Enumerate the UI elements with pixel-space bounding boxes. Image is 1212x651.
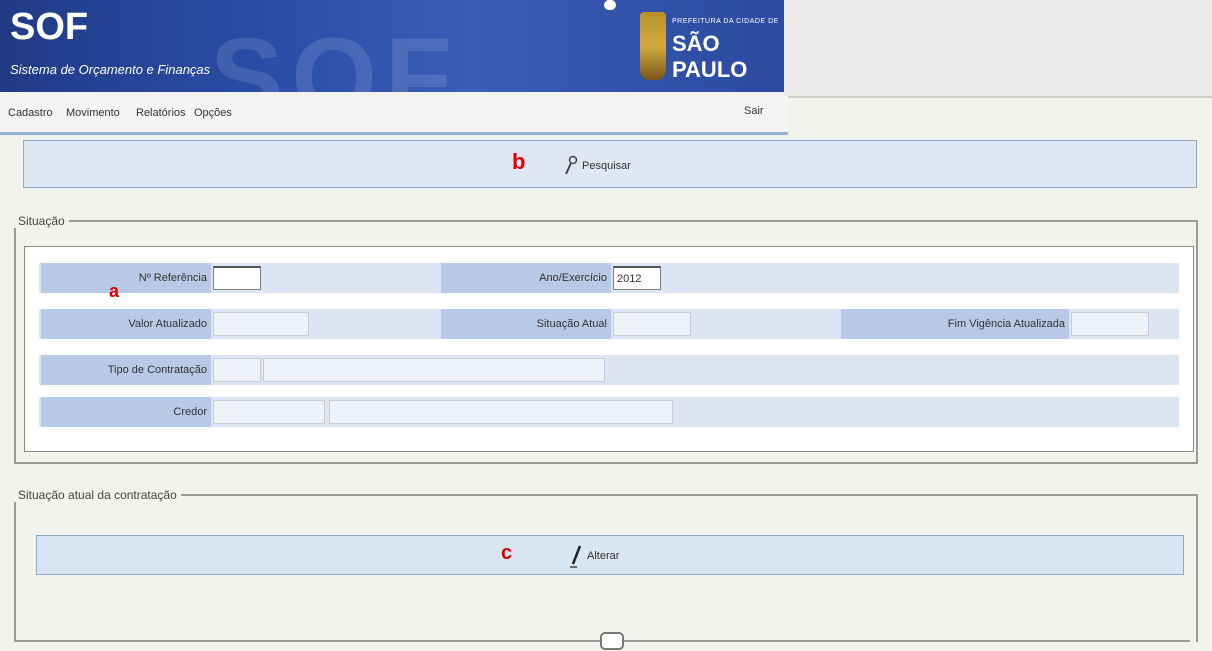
city-crest-icon [640,12,666,80]
menu-bar: Cadastro Movimento Relatórios Opções Sai… [0,96,788,135]
tipo-contratacao-code [213,358,261,382]
app-logo: SOF [10,6,89,48]
label-situacao-atual: Situação Atual [441,309,611,339]
app-subtitle: Sistema de Orçamento e Finanças [10,62,211,77]
search-icon [565,155,578,175]
situacao-atual-field [613,312,691,336]
credor-code [213,400,325,424]
credor-desc [329,400,673,424]
situacao-legend: Situação [18,214,65,228]
search-toolbar: b Pesquisar [23,140,1197,188]
label-fim-vigencia: Fim Vigência Atualizada [841,309,1069,339]
label-tipo-contratacao: Tipo de Contratação [41,355,211,385]
alter-toolbar: c Alterar [36,535,1184,575]
numero-referencia-input[interactable] [213,266,261,290]
label-valor-atualizado: Valor Atualizado [41,309,211,339]
menu-item-cadastro[interactable]: Cadastro [8,107,53,119]
pencil-icon [570,545,582,568]
menu-item-relatorios[interactable]: Relatórios [136,107,186,119]
tipo-contratacao-desc [263,358,605,382]
valor-atualizado-field [213,312,309,336]
scroll-handle[interactable] [600,632,624,650]
fim-vigencia-field [1071,312,1149,336]
label-numero-referencia: Nº Referência [41,263,211,293]
search-button-label: Pesquisar [582,160,631,172]
annotation-b: b [512,149,526,174]
annotation-a: a [109,281,120,301]
annotation-c: c [501,542,513,564]
label-credor: Credor [41,397,211,427]
city-logo: PREFEITURA DA CIDADE DE SÃO PAULO [672,18,784,83]
menu-item-opcoes[interactable]: Opções [194,107,232,119]
city-name: SÃO PAULO [672,31,748,82]
alter-button-label: Alterar [587,550,620,562]
exit-link[interactable]: Sair [744,105,764,117]
watermark-text: SOF [210,16,461,92]
alter-button[interactable]: Alterar [569,544,619,568]
menu-item-movimento[interactable]: Movimento [66,107,120,119]
situacao-atual-legend: Situação atual da contratação [18,488,177,502]
search-button[interactable]: Pesquisar [564,155,631,177]
header-right-panel [784,0,1212,98]
decorative-dot [604,0,616,10]
city-small-text: PREFEITURA DA CIDADE DE [672,18,779,25]
header-banner: SOF SOF Sistema de Orçamento e Finanças … [0,0,784,92]
label-ano-exercicio: Ano/Exercício [441,263,611,293]
ano-exercicio-input[interactable]: 2012 [613,266,661,290]
situacao-form: Nº Referência Ano/Exercício 2012 a Valor… [24,246,1194,452]
